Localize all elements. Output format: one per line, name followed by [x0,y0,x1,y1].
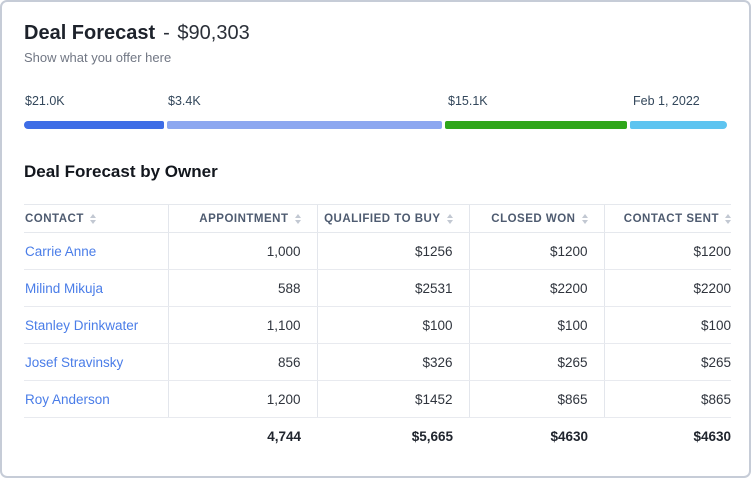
column-header-label: CONTACT SENT [624,213,719,225]
table-header-row: CONTACT APPOINTMENT QUALIFIED TO BUY CLO… [24,205,731,233]
qualified-cell: $2531 [317,270,469,307]
totals-empty-cell [24,418,168,455]
contact-link[interactable]: Josef Stravinsky [25,355,123,370]
progress-segment-2 [167,121,442,129]
column-header-contact[interactable]: CONTACT [24,205,168,233]
deal-stage-progress-bar [24,121,727,129]
stage-label-3: $15.1K [448,94,488,108]
deal-stage-labels: $21.0K $3.4K $15.1K Feb 1, 2022 [24,94,727,110]
appointment-cell: 856 [168,344,317,381]
deal-forecast-card: Deal Forecast- $90,303 Show what you off… [0,0,751,478]
column-header-label: QUALIFIED TO BUY [324,213,440,225]
sort-icon[interactable] [295,214,301,224]
contact-cell: Carrie Anne [24,233,168,270]
sort-icon[interactable] [725,214,731,224]
totals-closed-won: $4630 [469,418,604,455]
contact-link[interactable]: Milind Mikuja [25,281,103,296]
progress-segment-4 [630,121,727,129]
contact-sent-cell: $2200 [604,270,731,307]
closed-won-cell: $265 [469,344,604,381]
appointment-cell: 1,200 [168,381,317,418]
qualified-cell: $1256 [317,233,469,270]
contact-link[interactable]: Carrie Anne [25,244,96,259]
contact-cell: Josef Stravinsky [24,344,168,381]
progress-segment-3 [445,121,627,129]
contact-link[interactable]: Stanley Drinkwater [25,318,138,333]
contact-sent-cell: $100 [604,307,731,344]
page-title-text: Deal Forecast [24,22,155,44]
forecast-total-amount: $90,303 [177,22,249,44]
column-header-appointment[interactable]: APPOINTMENT [168,205,317,233]
qualified-cell: $1452 [317,381,469,418]
table-row: Carrie Anne 1,000 $1256 $1200 $1200 [24,233,731,270]
deal-forecast-table: CONTACT APPOINTMENT QUALIFIED TO BUY CLO… [24,204,731,455]
contact-cell: Stanley Drinkwater [24,307,168,344]
contact-sent-cell: $865 [604,381,731,418]
column-header-label: CONTACT [25,213,84,225]
column-header-label: APPOINTMENT [199,213,288,225]
column-header-contact-sent[interactable]: CONTACT SENT [604,205,731,233]
totals-contact-sent: $4630 [604,418,731,455]
closed-won-cell: $100 [469,307,604,344]
qualified-cell: $100 [317,307,469,344]
closed-won-cell: $1200 [469,233,604,270]
contact-link[interactable]: Roy Anderson [25,392,110,407]
sort-icon[interactable] [447,214,453,224]
totals-row: 4,744 $5,665 $4630 $4630 [24,418,731,455]
appointment-cell: 1,100 [168,307,317,344]
table-row: Stanley Drinkwater 1,100 $100 $100 $100 [24,307,731,344]
contact-cell: Milind Mikuja [24,270,168,307]
page-subtitle: Show what you offer here [24,49,727,66]
appointment-cell: 1,000 [168,233,317,270]
totals-appointment: 4,744 [168,418,317,455]
stage-label-4: Feb 1, 2022 [633,94,700,108]
section-title: Deal Forecast by Owner [24,160,727,183]
contact-sent-cell: $265 [604,344,731,381]
sort-icon[interactable] [90,214,96,224]
sort-icon[interactable] [582,214,588,224]
stage-label-2: $3.4K [168,94,201,108]
column-header-closed-won[interactable]: CLOSED WON [469,205,604,233]
page-title: Deal Forecast- $90,303 [24,20,727,46]
totals-qualified: $5,665 [317,418,469,455]
closed-won-cell: $865 [469,381,604,418]
closed-won-cell: $2200 [469,270,604,307]
table-row: Josef Stravinsky 856 $326 $265 $265 [24,344,731,381]
table-row: Milind Mikuja 588 $2531 $2200 $2200 [24,270,731,307]
column-header-qualified-to-buy[interactable]: QUALIFIED TO BUY [317,205,469,233]
progress-segment-1 [24,121,164,129]
table-row: Roy Anderson 1,200 $1452 $865 $865 [24,381,731,418]
column-header-label: CLOSED WON [491,213,575,225]
appointment-cell: 588 [168,270,317,307]
contact-sent-cell: $1200 [604,233,731,270]
qualified-cell: $326 [317,344,469,381]
stage-label-1: $21.0K [25,94,65,108]
contact-cell: Roy Anderson [24,381,168,418]
title-dash: - [163,22,170,44]
